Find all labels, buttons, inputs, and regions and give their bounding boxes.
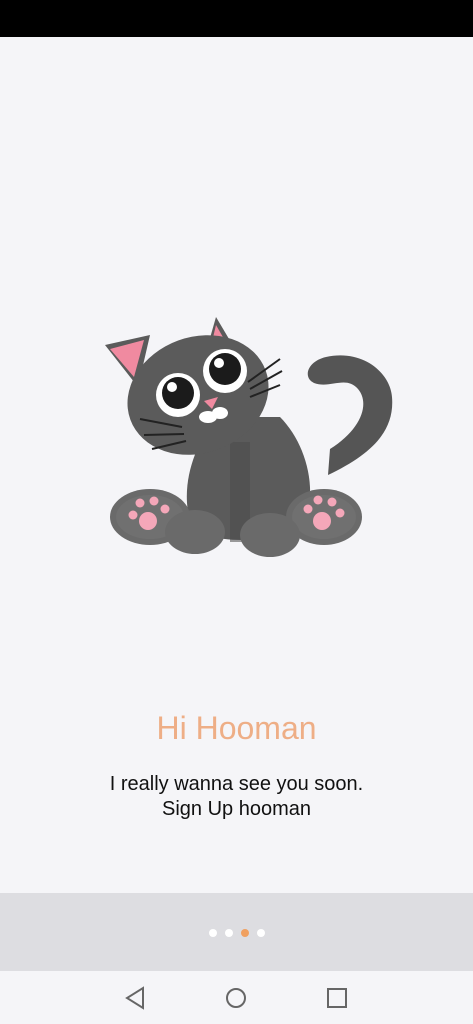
page-dot[interactable] bbox=[224, 929, 233, 937]
onboarding-page: Hi Hooman I really wanna see you soon. S… bbox=[0, 37, 473, 893]
system-nav-bar bbox=[0, 971, 473, 1024]
page-dot-active[interactable] bbox=[240, 929, 249, 937]
back-icon[interactable] bbox=[121, 984, 149, 1012]
page-title: Hi Hooman bbox=[156, 710, 317, 746]
subtitle-line: I really wanna see you soon. bbox=[109, 773, 364, 795]
page-dot[interactable] bbox=[208, 929, 217, 937]
recents-icon[interactable] bbox=[323, 984, 351, 1012]
pager-bar bbox=[0, 893, 473, 971]
cat-illustration bbox=[105, 317, 393, 557]
page-dot[interactable] bbox=[256, 929, 265, 937]
status-bar bbox=[0, 0, 473, 37]
subtitle-line: Sign Up hooman bbox=[162, 798, 311, 820]
page-indicator bbox=[0, 929, 473, 937]
home-icon[interactable] bbox=[222, 984, 250, 1012]
page-subtitle: I really wanna see you soon. Sign Up hoo… bbox=[0, 772, 473, 822]
